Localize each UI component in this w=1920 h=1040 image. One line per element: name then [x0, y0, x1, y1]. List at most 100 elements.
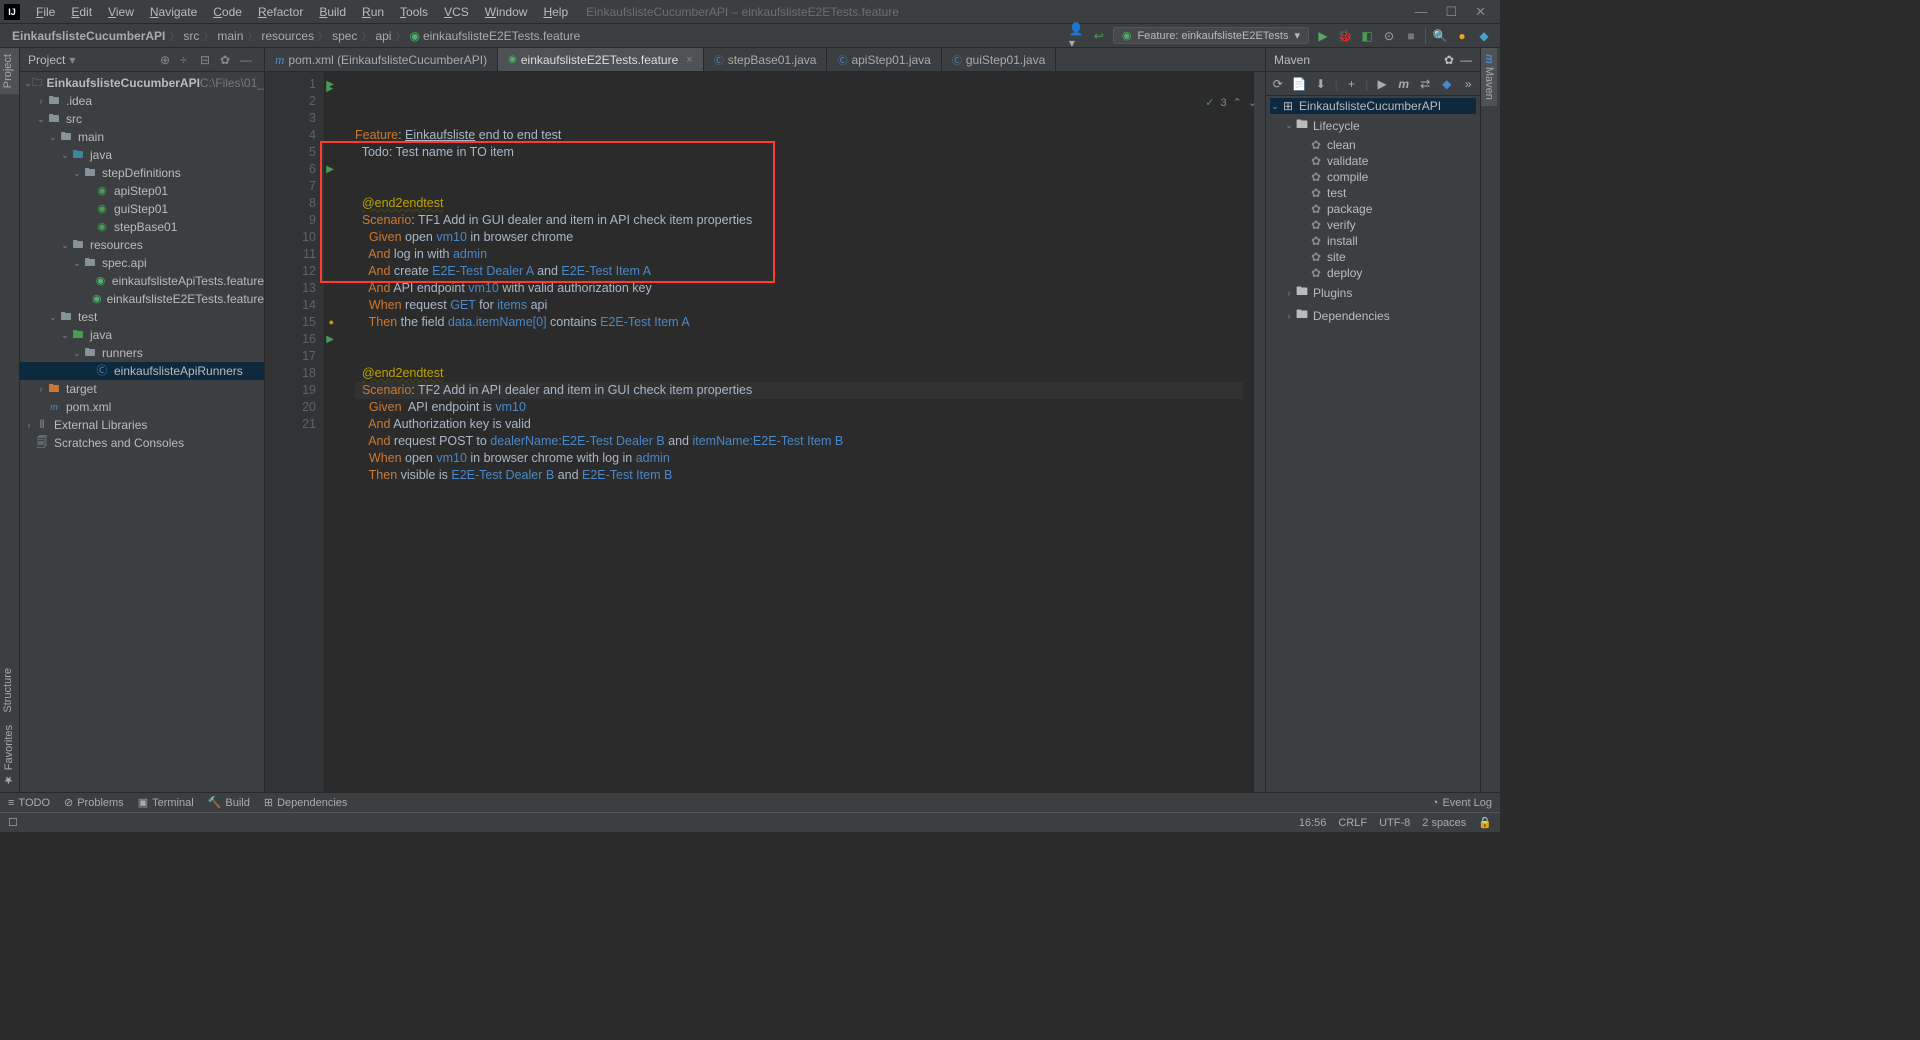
- tree-node[interactable]: ⌄🖿test: [20, 308, 264, 326]
- menu-refactor[interactable]: Refactor: [250, 5, 311, 19]
- menu-window[interactable]: Window: [477, 5, 536, 19]
- stop-icon[interactable]: ■: [1403, 28, 1419, 44]
- reload-icon[interactable]: ⟳: [1270, 77, 1286, 91]
- tree-node[interactable]: ⌄🖿java: [20, 326, 264, 344]
- more-icon[interactable]: »: [1461, 77, 1477, 91]
- problems-tab[interactable]: ⊘ Problems: [64, 796, 124, 809]
- editor-body[interactable]: 1▶23456▶789101112131415●16▶1718192021 Fe…: [265, 72, 1265, 792]
- expand-icon[interactable]: ◆: [1439, 77, 1455, 91]
- breadcrumb[interactable]: resources: [257, 29, 318, 43]
- tree-node[interactable]: ⒸeinkaufslisteApiRunners: [20, 362, 264, 380]
- status-encoding[interactable]: UTF-8: [1379, 817, 1410, 829]
- editor-inspection-widget[interactable]: ✓3⌃⌄: [1205, 96, 1257, 109]
- profile-icon[interactable]: ⊙: [1381, 28, 1397, 44]
- maven-hide-icon[interactable]: —: [1460, 53, 1472, 67]
- avatar-icon[interactable]: ●: [1454, 28, 1470, 44]
- breadcrumb[interactable]: src: [179, 29, 203, 43]
- tree-node[interactable]: ⌄🖿stepDefinitions: [20, 164, 264, 182]
- status-indent[interactable]: 2 spaces: [1422, 817, 1466, 829]
- breadcrumb[interactable]: main: [213, 29, 247, 43]
- breadcrumb-file[interactable]: ◉einkaufslisteE2ETests.feature: [405, 29, 584, 43]
- maven-node[interactable]: ✿clean: [1270, 137, 1476, 153]
- download-icon[interactable]: ⬇: [1313, 77, 1329, 91]
- editor-tab[interactable]: ◉einkaufslisteE2ETests.feature×: [498, 48, 704, 71]
- tree-node[interactable]: mpom.xml: [20, 398, 264, 416]
- tree-node[interactable]: 🗐Scratches and Consoles: [20, 434, 264, 452]
- debug-icon[interactable]: 🐞: [1337, 28, 1353, 44]
- maven-node[interactable]: ✿verify: [1270, 217, 1476, 233]
- maven-node[interactable]: ✿compile: [1270, 169, 1476, 185]
- maven-tree[interactable]: ⌄⊞EinkaufslisteCucumberAPI⌄🖿Lifecycle✿cl…: [1266, 96, 1480, 329]
- todo-tab[interactable]: ≡ TODO: [8, 797, 50, 809]
- tree-node[interactable]: ›🖿target: [20, 380, 264, 398]
- user-icon[interactable]: 👤▾: [1069, 28, 1085, 44]
- tree-node[interactable]: ⌄🖿java: [20, 146, 264, 164]
- tree-node[interactable]: ⌄🖿resources: [20, 236, 264, 254]
- build-tab[interactable]: 🔨 Build: [208, 796, 250, 809]
- tree-node[interactable]: ›🖿.idea: [20, 92, 264, 110]
- tree-node[interactable]: ◉guiStep01: [20, 200, 264, 218]
- minimize-icon[interactable]: —: [1414, 4, 1427, 20]
- menu-tools[interactable]: Tools: [392, 5, 436, 19]
- select-opened-file-icon[interactable]: ⊕: [160, 53, 176, 67]
- status-line-ending[interactable]: CRLF: [1338, 817, 1367, 829]
- tree-node[interactable]: ⌄🖿src: [20, 110, 264, 128]
- maven-node[interactable]: ✿install: [1270, 233, 1476, 249]
- search-icon[interactable]: 🔍: [1432, 28, 1448, 44]
- lock-icon[interactable]: 🔒: [1478, 816, 1492, 829]
- menu-edit[interactable]: Edit: [63, 5, 100, 19]
- status-indicator-icon[interactable]: ☐: [8, 816, 18, 829]
- tree-node[interactable]: ◉apiStep01: [20, 182, 264, 200]
- event-log-tab[interactable]: ◔ Event Log: [1432, 797, 1492, 809]
- add-icon[interactable]: +: [1344, 77, 1360, 91]
- tree-node[interactable]: ⌄🖿spec.api: [20, 254, 264, 272]
- tree-node[interactable]: ⌄🗀EinkaufslisteCucumberAPI C:\Files\01_A…: [20, 74, 264, 92]
- coverage-icon[interactable]: ◧: [1359, 28, 1375, 44]
- ide-updates-icon[interactable]: ◆: [1476, 28, 1492, 44]
- editor-tab[interactable]: ⒸapiStep01.java: [827, 48, 941, 71]
- editor-scrollbar[interactable]: [1253, 72, 1265, 792]
- breadcrumb[interactable]: spec: [328, 29, 361, 43]
- menu-view[interactable]: View: [100, 5, 142, 19]
- maximize-icon[interactable]: ☐: [1445, 4, 1457, 20]
- close-icon[interactable]: ✕: [1475, 4, 1486, 20]
- menu-run[interactable]: Run: [354, 5, 392, 19]
- tree-node[interactable]: ◉einkaufslisteApiTests.feature: [20, 272, 264, 290]
- expand-all-icon[interactable]: ÷: [180, 53, 196, 67]
- settings-icon[interactable]: ✿: [220, 53, 236, 67]
- run-icon[interactable]: ▶: [1374, 77, 1390, 91]
- editor-tab[interactable]: mpom.xml (EinkaufslisteCucumberAPI): [265, 48, 498, 71]
- editor-tab[interactable]: ⒸguiStep01.java: [942, 48, 1056, 71]
- hide-icon[interactable]: —: [240, 53, 256, 67]
- maven-node[interactable]: ✿site: [1270, 249, 1476, 265]
- menu-code[interactable]: Code: [205, 5, 250, 19]
- collapse-all-icon[interactable]: ⊟: [200, 53, 216, 67]
- menu-vcs[interactable]: VCS: [436, 5, 477, 19]
- terminal-tab[interactable]: ▣ Terminal: [138, 796, 194, 809]
- menu-file[interactable]: File: [28, 5, 63, 19]
- structure-tool-button[interactable]: Structure: [0, 662, 19, 719]
- maven-node[interactable]: ⌄🖿Lifecycle: [1270, 114, 1476, 137]
- maven-node[interactable]: ✿deploy: [1270, 265, 1476, 281]
- back-icon[interactable]: ↩: [1091, 28, 1107, 44]
- menu-help[interactable]: Help: [535, 5, 576, 19]
- project-tree[interactable]: ⌄🗀EinkaufslisteCucumberAPI C:\Files\01_A…: [20, 72, 264, 792]
- m-icon[interactable]: m: [1396, 77, 1412, 91]
- maven-node[interactable]: ›🖿Dependencies: [1270, 304, 1476, 327]
- editor-code[interactable]: Feature: Einkaufsliste end to end test T…: [325, 72, 1253, 792]
- maven-node[interactable]: ✿package: [1270, 201, 1476, 217]
- tree-node[interactable]: ⌄🖿main: [20, 128, 264, 146]
- tree-node[interactable]: ◉stepBase01: [20, 218, 264, 236]
- maven-node[interactable]: ✿test: [1270, 185, 1476, 201]
- breadcrumb[interactable]: api: [371, 29, 395, 43]
- editor-tab[interactable]: ⒸstepBase01.java: [704, 48, 828, 71]
- toggle-icon[interactable]: ⇄: [1417, 77, 1433, 91]
- menu-build[interactable]: Build: [311, 5, 354, 19]
- maven-settings-icon[interactable]: ✿: [1444, 53, 1454, 67]
- tree-node[interactable]: ⌄🖿runners: [20, 344, 264, 362]
- maven-tool-button[interactable]: m Maven: [1481, 48, 1497, 106]
- generate-icon[interactable]: 📄: [1292, 77, 1308, 91]
- maven-node[interactable]: ⌄⊞EinkaufslisteCucumberAPI: [1270, 98, 1476, 114]
- dependencies-tab[interactable]: ⊞ Dependencies: [264, 796, 348, 809]
- breadcrumb-root[interactable]: EinkaufslisteCucumberAPI: [8, 29, 169, 43]
